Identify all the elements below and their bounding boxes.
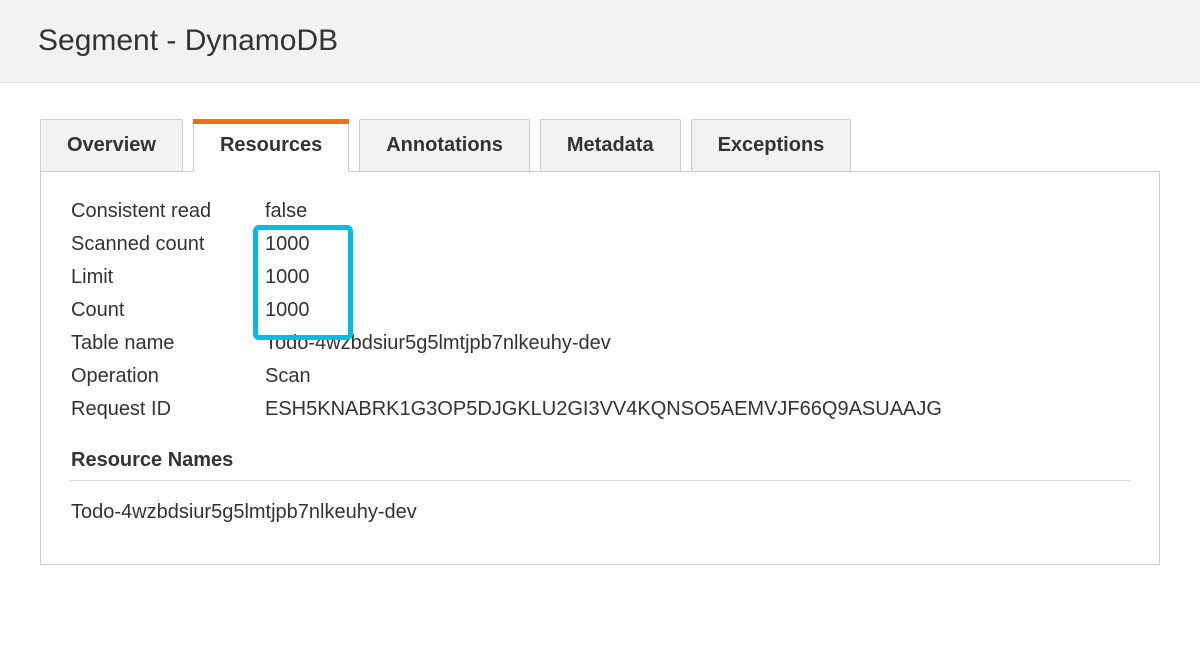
label-table-name: Table name — [69, 332, 257, 355]
value-request-id: ESH5KNABRK1G3OP5DJGKLU2GI3VV4KQNSO5AEMVJ… — [257, 398, 942, 421]
row-operation: Operation Scan — [69, 365, 1131, 388]
section-title-resource-names: Resource Names — [69, 449, 1131, 472]
row-limit: Limit 1000 — [69, 266, 1131, 289]
section-divider — [69, 480, 1131, 481]
resource-name-value: Todo-4wzbdsiur5g5lmtjpb7nlkeuhy-dev — [69, 501, 1131, 524]
tabs-container: Overview Resources Annotations Metadata … — [40, 119, 1160, 171]
value-consistent-read: false — [257, 200, 307, 223]
label-scanned-count: Scanned count — [69, 233, 257, 256]
row-consistent-read: Consistent read false — [69, 200, 1131, 223]
row-count: Count 1000 — [69, 299, 1131, 322]
value-table-name: Todo-4wzbdsiur5g5lmtjpb7nlkeuhy-dev — [257, 332, 611, 355]
tab-resources[interactable]: Resources — [193, 119, 349, 172]
page-title: Segment - DynamoDB — [38, 24, 1162, 58]
value-operation: Scan — [257, 365, 311, 388]
row-request-id: Request ID ESH5KNABRK1G3OP5DJGKLU2GI3VV4… — [69, 398, 1131, 421]
tab-exceptions[interactable]: Exceptions — [691, 119, 852, 171]
value-scanned-count: 1000 — [257, 233, 310, 256]
label-limit: Limit — [69, 266, 257, 289]
label-consistent-read: Consistent read — [69, 200, 257, 223]
tab-annotations[interactable]: Annotations — [359, 119, 530, 171]
label-request-id: Request ID — [69, 398, 257, 421]
value-count: 1000 — [257, 299, 310, 322]
header-bar: Segment - DynamoDB — [0, 0, 1200, 83]
label-count: Count — [69, 299, 257, 322]
content-area: Overview Resources Annotations Metadata … — [0, 83, 1200, 585]
tab-panel-resources: Consistent read false Scanned count 1000… — [40, 171, 1160, 565]
label-operation: Operation — [69, 365, 257, 388]
value-limit: 1000 — [257, 266, 310, 289]
row-scanned-count: Scanned count 1000 — [69, 233, 1131, 256]
tab-metadata[interactable]: Metadata — [540, 119, 681, 171]
row-table-name: Table name Todo-4wzbdsiur5g5lmtjpb7nlkeu… — [69, 332, 1131, 355]
tab-overview[interactable]: Overview — [40, 119, 183, 171]
